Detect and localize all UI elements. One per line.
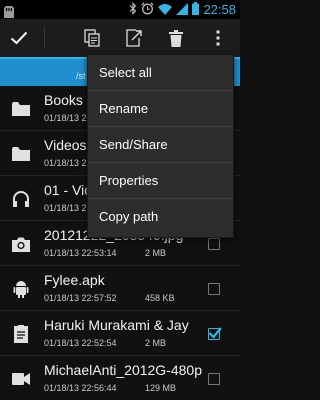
file-name: Fylee.apk <box>44 272 105 288</box>
status-bar: 22:58 <box>0 0 240 19</box>
menu-item-copy-path[interactable]: Copy path <box>88 199 233 235</box>
menu-item-rename[interactable]: Rename <box>88 91 233 127</box>
file-date: 01/18/13 22:56:44 <box>44 383 117 393</box>
file-size: 2 MB <box>145 338 167 348</box>
file-size: 458 KB <box>145 293 175 303</box>
select-checkbox[interactable] <box>208 238 220 250</box>
file-name: 01 - Vic <box>44 182 92 198</box>
video-icon <box>10 368 32 390</box>
file-name: Haruki Murakami & Jay <box>44 317 189 333</box>
overflow-menu-icon[interactable] <box>202 19 234 57</box>
clock: 22:58 <box>203 2 236 17</box>
current-path: /st <box>76 71 86 81</box>
menu-item-send-share[interactable]: Send/Share <box>88 127 233 163</box>
folder-icon <box>10 143 32 165</box>
checkmark-icon[interactable] <box>3 19 35 57</box>
file-date: 01/18/13 22 <box>44 158 92 168</box>
camera-icon <box>10 233 32 255</box>
select-checkbox[interactable] <box>208 327 222 340</box>
list-item[interactable]: Haruki Murakami & Jay 01/18/13 22:52:54 … <box>0 311 240 356</box>
action-bar-divider <box>44 27 45 49</box>
menu-item-label: Select all <box>99 65 152 80</box>
move-icon[interactable] <box>118 19 150 57</box>
file-date: 01/18/13 22:52:54 <box>44 338 117 348</box>
action-bar <box>0 19 240 57</box>
folder-icon <box>10 98 32 120</box>
bluetooth-icon <box>129 0 137 19</box>
copy-icon[interactable] <box>76 19 108 57</box>
file-date: 01/18/13 22:53:14 <box>44 248 117 258</box>
overflow-popup-menu: Select all Rename Send/Share Properties … <box>87 54 234 238</box>
alarm-icon <box>141 0 154 19</box>
file-size: 2 MB <box>145 248 167 258</box>
list-item[interactable]: Fylee.apk 01/18/13 22:57:52 458 KB <box>0 266 240 311</box>
file-date: 01/18/13 22:57:52 <box>44 293 117 303</box>
file-name: Videos <box>44 137 87 153</box>
signal-icon <box>176 0 189 19</box>
headphones-icon <box>10 188 32 210</box>
file-date: 01/18/13 22 <box>44 113 92 123</box>
file-date: 01/18/13 22 <box>44 203 92 213</box>
menu-item-properties[interactable]: Properties <box>88 163 233 199</box>
battery-icon <box>192 0 200 19</box>
menu-item-select-all[interactable]: Select all <box>88 55 233 91</box>
document-icon <box>10 323 32 345</box>
file-name: Books <box>44 92 83 108</box>
delete-icon[interactable] <box>160 19 192 57</box>
android-icon <box>10 278 32 300</box>
menu-item-label: Send/Share <box>99 137 168 152</box>
menu-item-label: Copy path <box>99 209 159 224</box>
file-size: 129 MB <box>145 383 177 393</box>
select-checkbox[interactable] <box>208 373 220 385</box>
menu-item-label: Properties <box>99 173 159 188</box>
select-checkbox[interactable] <box>208 283 220 295</box>
menu-item-label: Rename <box>99 101 149 116</box>
wifi-icon <box>158 0 173 19</box>
file-name: MichaelAnti_2012G-480p <box>44 362 202 378</box>
list-item[interactable]: MichaelAnti_2012G-480p 01/18/13 22:56:44… <box>0 356 240 400</box>
